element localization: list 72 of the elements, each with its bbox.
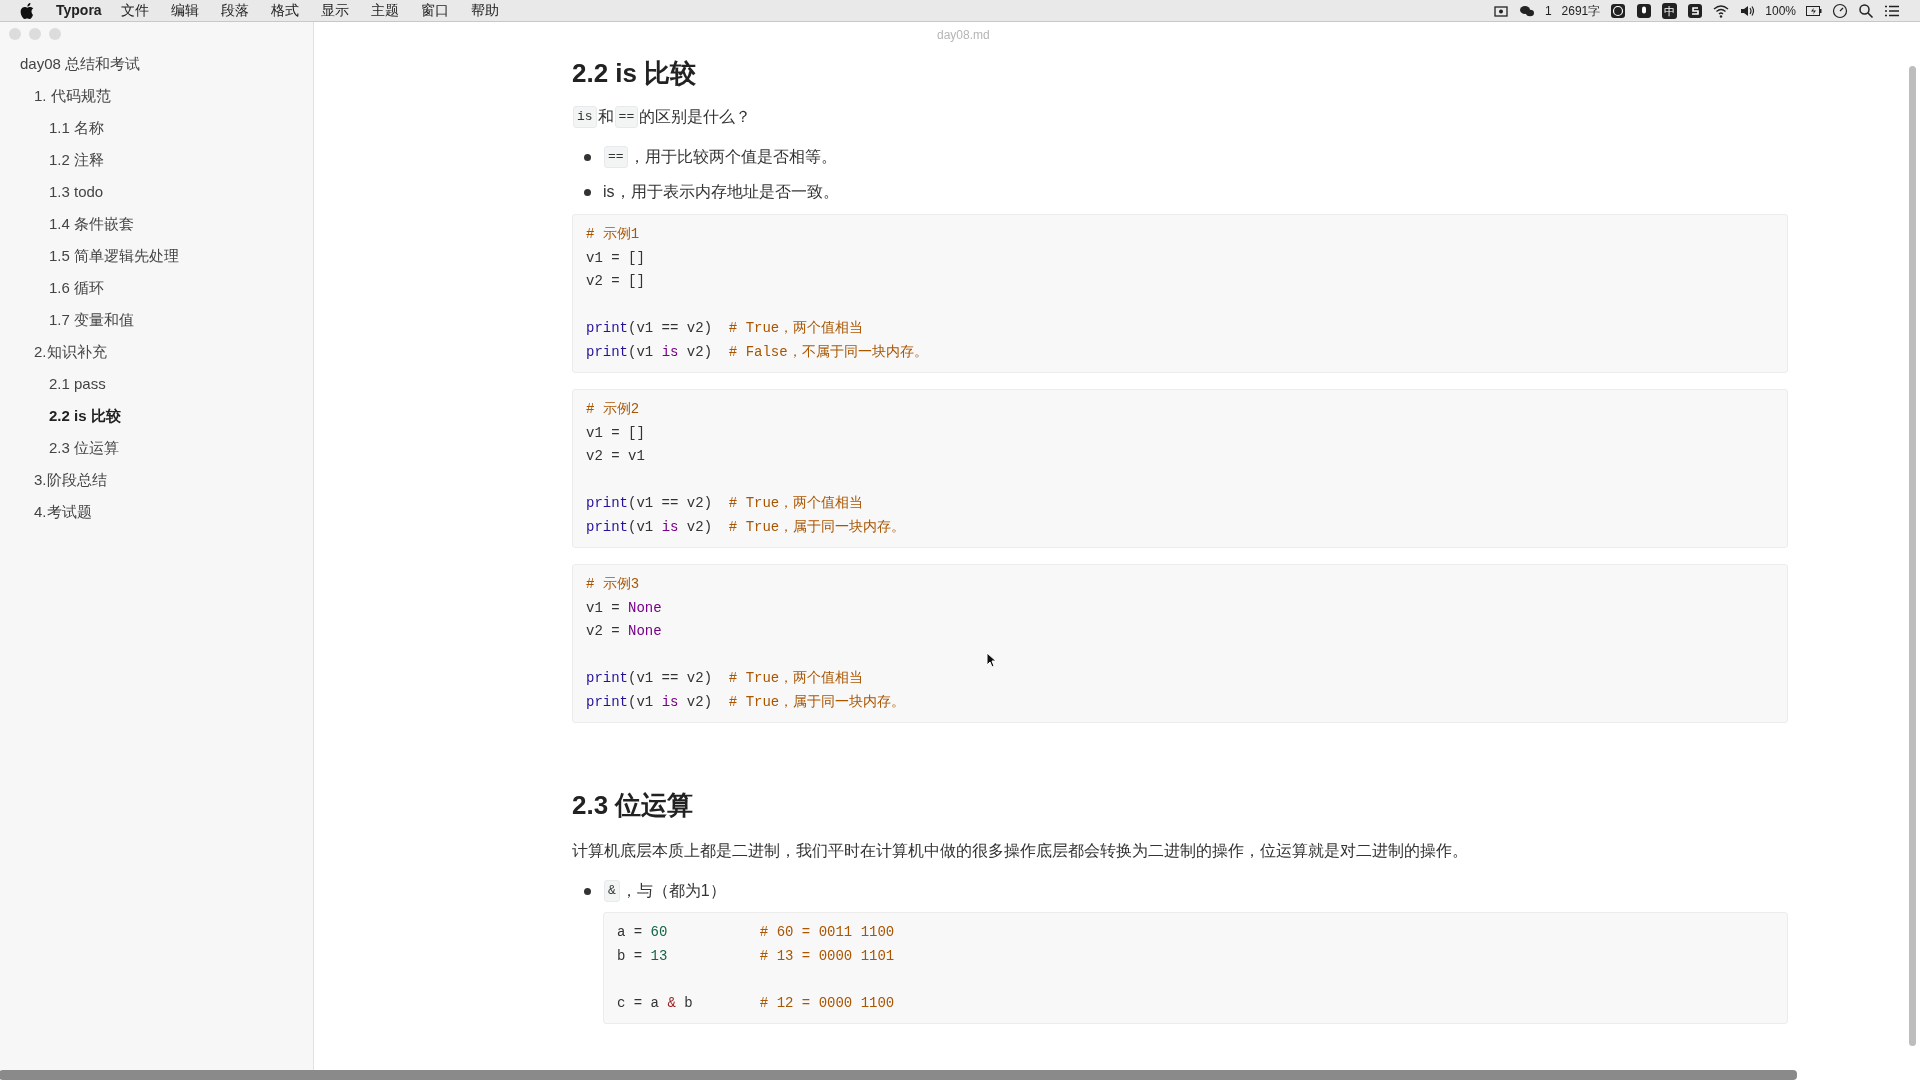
menu-item[interactable]: 主题 (359, 0, 410, 21)
outline-item[interactable]: 1.2 注释 (0, 144, 105, 176)
inline-code: & (604, 880, 620, 902)
body-text: ，用于比较两个值是否相等。 (628, 147, 837, 167)
code-line: v1 = None (586, 598, 662, 618)
outline-item[interactable]: 2.1 pass (0, 368, 106, 400)
outline-item[interactable]: 2.3 位运算 (0, 432, 120, 464)
outline-item[interactable]: 2.知识补充 (0, 336, 107, 368)
code-line: b = 13 # 13 = 0000 1101 (617, 946, 895, 966)
vertical-scrollbar[interactable] (1909, 66, 1916, 1046)
code-line: print(v1 == v2) # True，两个值相当 (586, 669, 864, 688)
outline-item[interactable]: 1. 代码规范 (0, 80, 111, 112)
code-line: print(v1 is v2) # True，属于同一块内存。 (586, 517, 906, 537)
section-heading: 2.3 位运算 (572, 789, 695, 822)
menu-item[interactable]: 编辑 (159, 0, 210, 21)
code-line: print(v1 == v2) # True，两个值相当 (586, 494, 864, 513)
search-icon[interactable] (1858, 2, 1874, 19)
code-line: v1 = [] (586, 423, 645, 443)
status-text: 100% (1765, 2, 1796, 20)
gauge-icon[interactable] (1832, 2, 1848, 19)
inline-code: == (604, 146, 628, 168)
wifi-icon[interactable] (1713, 2, 1730, 19)
code-line: print(v1 is v2) # False，不属于同一块内存。 (586, 342, 928, 362)
code-line: c = a & b # 12 = 0000 1100 (617, 993, 895, 1013)
outline-item[interactable]: 1.6 循环 (0, 272, 105, 304)
menu-item[interactable]: 段落 (209, 0, 260, 21)
inline-code: is (573, 106, 597, 128)
menu-item[interactable]: 帮助 (459, 0, 510, 21)
menu-item[interactable]: 显示 (309, 0, 360, 21)
menu-item[interactable]: 格式 (259, 0, 310, 21)
outline-item[interactable]: 1.5 简单逻辑先处理 (0, 240, 180, 272)
bullet-icon (584, 153, 591, 161)
outline-item[interactable]: 4.考试题 (0, 496, 92, 528)
body-text: 的区别是什么？ (639, 107, 752, 127)
code-line: print(v1 == v2) # True，两个值相当 (586, 319, 864, 338)
inline-code: == (614, 106, 639, 128)
status-text: 1 (1544, 2, 1552, 20)
body-text: ，与（都为1） (620, 881, 726, 901)
s-logo-icon[interactable] (1687, 2, 1704, 19)
body-text: 和 (597, 107, 614, 127)
body-text: is，用于表示内存地址是否一致。 (603, 182, 839, 202)
code-line: v2 = v1 (586, 447, 645, 466)
code-line: print(v1 is v2) # True，属于同一块内存。 (586, 692, 906, 712)
input-method-badge[interactable]: 中 (1662, 2, 1678, 19)
body-text: 计算机底层本质上都是二进制，我们平时在计算机中做的很多操作底层都会转换为二进制的操作，位运算就是对二进制的操作。 (572, 841, 1468, 861)
code-line: v1 = [] (586, 248, 645, 268)
outline-item[interactable]: 3.阶段总结 (0, 464, 107, 496)
app-name[interactable]: Typora (56, 0, 102, 21)
status-text: 2691字 (1561, 2, 1601, 20)
section-heading: 2.2 is 比较 (572, 57, 698, 90)
bullet-icon (584, 188, 591, 196)
code-line: # 示例2 (586, 400, 640, 419)
smiley-icon[interactable] (1610, 2, 1627, 19)
bullet-icon (584, 887, 591, 895)
code-line: # 示例1 (586, 225, 640, 244)
horizontal-scrollbar[interactable] (0, 1070, 1797, 1080)
outline-item[interactable]: day08 总结和考试 (0, 48, 141, 80)
outline-item[interactable]: 1.3 todo (0, 176, 104, 208)
apple-logo-icon[interactable] (20, 2, 34, 19)
code-line: v2 = [] (586, 272, 645, 291)
outline-item[interactable]: 1.4 条件嵌套 (0, 208, 135, 240)
outline-item[interactable]: 1.1 名称 (0, 112, 105, 144)
code-line: a = 60 # 60 = 0011 1100 (617, 923, 895, 942)
menu-item[interactable]: 文件 (109, 0, 160, 21)
menu-item[interactable]: 窗口 (409, 0, 460, 21)
code-line: # 示例3 (586, 575, 640, 594)
code-line: v2 = None (586, 622, 662, 641)
mouse-pointer-icon (986, 652, 996, 668)
outline-item[interactable]: 1.7 变量和值 (0, 304, 135, 336)
window-title: day08.md (937, 27, 990, 44)
outline-item[interactable]: 2.2 is 比较 (0, 400, 121, 432)
microphone-icon[interactable] (1636, 2, 1653, 19)
